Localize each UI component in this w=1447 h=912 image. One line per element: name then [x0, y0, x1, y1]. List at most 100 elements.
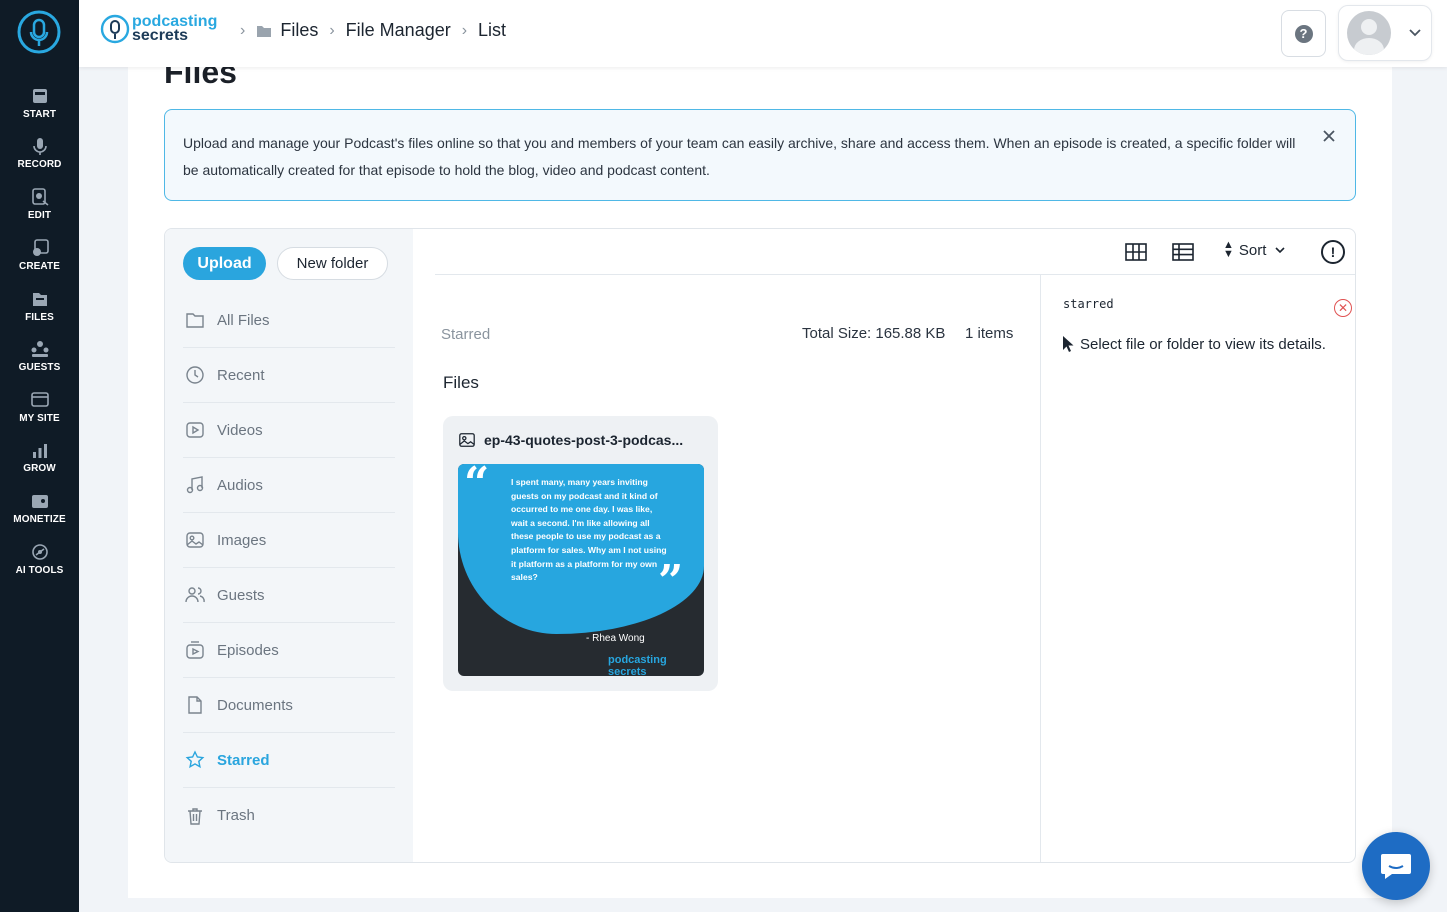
details-panel: starred ✕ Select file or folder to view …	[1040, 275, 1355, 862]
user-menu-button[interactable]	[1338, 5, 1432, 61]
breadcrumb-file-manager[interactable]: File Manager	[346, 20, 451, 41]
nav-my-site[interactable]: MY SITE	[0, 390, 79, 424]
nav-label: START	[22, 109, 57, 120]
nav-label: GROW	[23, 463, 56, 474]
list-view-icon[interactable]	[1171, 240, 1195, 264]
sidebar-item-audios[interactable]: Audios	[183, 458, 395, 513]
sort-arrows-icon: ▲ ▼	[1223, 239, 1234, 260]
chat-button[interactable]	[1362, 832, 1430, 900]
upload-button[interactable]: Upload	[183, 247, 266, 280]
avatar	[1347, 11, 1391, 55]
nav-guests[interactable]: GUESTS	[0, 339, 79, 373]
brand-logo-icon[interactable]	[17, 10, 61, 54]
nav-files[interactable]: FILES	[0, 289, 79, 323]
file-card[interactable]: ep-43-quotes-post-3-podcas... “ I spent …	[443, 416, 718, 691]
nav-ai-tools[interactable]: AI TOOLS	[0, 542, 79, 576]
total-size: Total Size: 165.88 KB	[802, 325, 946, 342]
thumbnail-logo: podcasting secrets	[608, 654, 667, 676]
chat-icon	[1381, 854, 1411, 879]
details-hint: Select file or folder to view its detail…	[1080, 335, 1326, 353]
nav-label: AI TOOLS	[15, 565, 64, 576]
site-icon	[30, 392, 49, 407]
info-icon[interactable]: !	[1321, 240, 1345, 264]
cursor-icon	[1063, 336, 1074, 352]
nav-label: EDIT	[27, 210, 52, 221]
logo-text-line2: secrets	[132, 27, 189, 44]
nav-label: RECORD	[17, 159, 62, 170]
category-list: All Files Recent Videos Audios Images Gu…	[183, 293, 395, 843]
microphone-icon	[32, 138, 47, 155]
nav-label: FILES	[25, 312, 54, 323]
nav-label: CREATE	[19, 261, 60, 272]
sidebar-item-label: Guests	[217, 586, 265, 604]
sidebar-item-all-files[interactable]: All Files	[183, 293, 395, 348]
nav-monetize[interactable]: MONETIZE	[0, 491, 79, 525]
breadcrumb-files[interactable]: Files	[280, 20, 318, 41]
sort-button[interactable]: ▲ ▼ Sort	[1223, 239, 1286, 260]
thumbnail-quote: I spent many, many years inviting guests…	[511, 477, 667, 583]
monetize-icon	[31, 495, 48, 508]
nav-create[interactable]: CREATE	[0, 238, 79, 272]
folder-icon	[186, 313, 204, 328]
sidebar-item-label: Trash	[217, 807, 255, 824]
logo-mic-icon	[100, 14, 130, 44]
video-icon	[186, 422, 204, 438]
file-list-area: Starred Total Size: 165.88 KB 1 items Fi…	[413, 275, 1040, 862]
files-icon	[32, 293, 47, 306]
image-icon	[459, 433, 475, 447]
clock-icon	[186, 366, 204, 384]
folder-icon	[257, 25, 272, 37]
sidebar-item-label: Videos	[217, 421, 263, 439]
sidebar-item-documents[interactable]: Documents	[183, 678, 395, 733]
open-quote-icon: “	[464, 464, 490, 509]
sidebar-item-images[interactable]: Images	[183, 513, 395, 568]
close-icon[interactable]	[1321, 128, 1337, 144]
app-logo[interactable]: podcasting secrets	[100, 13, 217, 45]
image-icon	[186, 532, 204, 548]
close-quote-icon: ”	[658, 556, 684, 607]
document-icon	[188, 696, 202, 714]
info-banner-text: Upload and manage your Podcast's files o…	[183, 135, 1296, 178]
sidebar-item-label: Episodes	[217, 641, 279, 659]
items-count: 1 items	[965, 325, 1014, 342]
files-heading: Files	[443, 373, 479, 392]
sidebar-item-episodes[interactable]: Episodes	[183, 623, 395, 678]
episodes-icon	[186, 641, 204, 659]
sidebar-item-label: Recent	[217, 366, 265, 384]
chevron-down-icon	[1409, 29, 1421, 37]
sidebar-item-guests[interactable]: Guests	[183, 568, 395, 623]
nav-edit[interactable]: EDIT	[0, 187, 79, 221]
sidebar-item-trash[interactable]: Trash	[183, 788, 395, 843]
top-bar: podcasting secrets › Files › File Manage…	[79, 0, 1447, 67]
left-nav: START RECORD EDIT CREATE FILES GUESTS MY…	[0, 0, 79, 912]
sidebar-item-label: Images	[217, 531, 267, 549]
nav-label: MONETIZE	[13, 514, 66, 525]
nav-start[interactable]: START	[0, 86, 79, 120]
chevron-right-icon: ›	[240, 21, 246, 39]
nav-grow[interactable]: GROW	[0, 440, 79, 474]
nav-record[interactable]: RECORD	[0, 136, 79, 170]
file-name: ep-43-quotes-post-3-podcas...	[484, 432, 684, 448]
ai-tools-icon	[31, 544, 48, 560]
help-button[interactable]: ?	[1281, 10, 1326, 57]
sidebar-item-recent[interactable]: Recent	[183, 348, 395, 403]
close-details-icon[interactable]: ✕	[1334, 299, 1352, 317]
sidebar-item-starred[interactable]: Starred	[183, 733, 395, 788]
file-manager: Upload New folder All Files Recent Video…	[164, 228, 1356, 863]
chevron-right-icon: ›	[329, 21, 335, 39]
star-icon	[185, 750, 205, 769]
guests-icon	[31, 341, 48, 357]
breadcrumb: › Files › File Manager › List	[229, 20, 506, 41]
nav-label: GUESTS	[18, 362, 61, 373]
file-thumbnail: “ I spent many, many years inviting gues…	[458, 464, 704, 676]
sidebar-item-videos[interactable]: Videos	[183, 403, 395, 458]
grow-icon	[32, 444, 47, 458]
users-icon	[185, 587, 205, 603]
breadcrumb-list[interactable]: List	[478, 20, 506, 41]
info-banner: Upload and manage your Podcast's files o…	[164, 109, 1356, 201]
edit-icon	[31, 188, 48, 206]
new-folder-button[interactable]: New folder	[277, 247, 388, 280]
scrollbar[interactable]	[1440, 67, 1447, 912]
sidebar-item-label: Starred	[217, 751, 270, 769]
grid-view-icon[interactable]	[1124, 240, 1148, 264]
